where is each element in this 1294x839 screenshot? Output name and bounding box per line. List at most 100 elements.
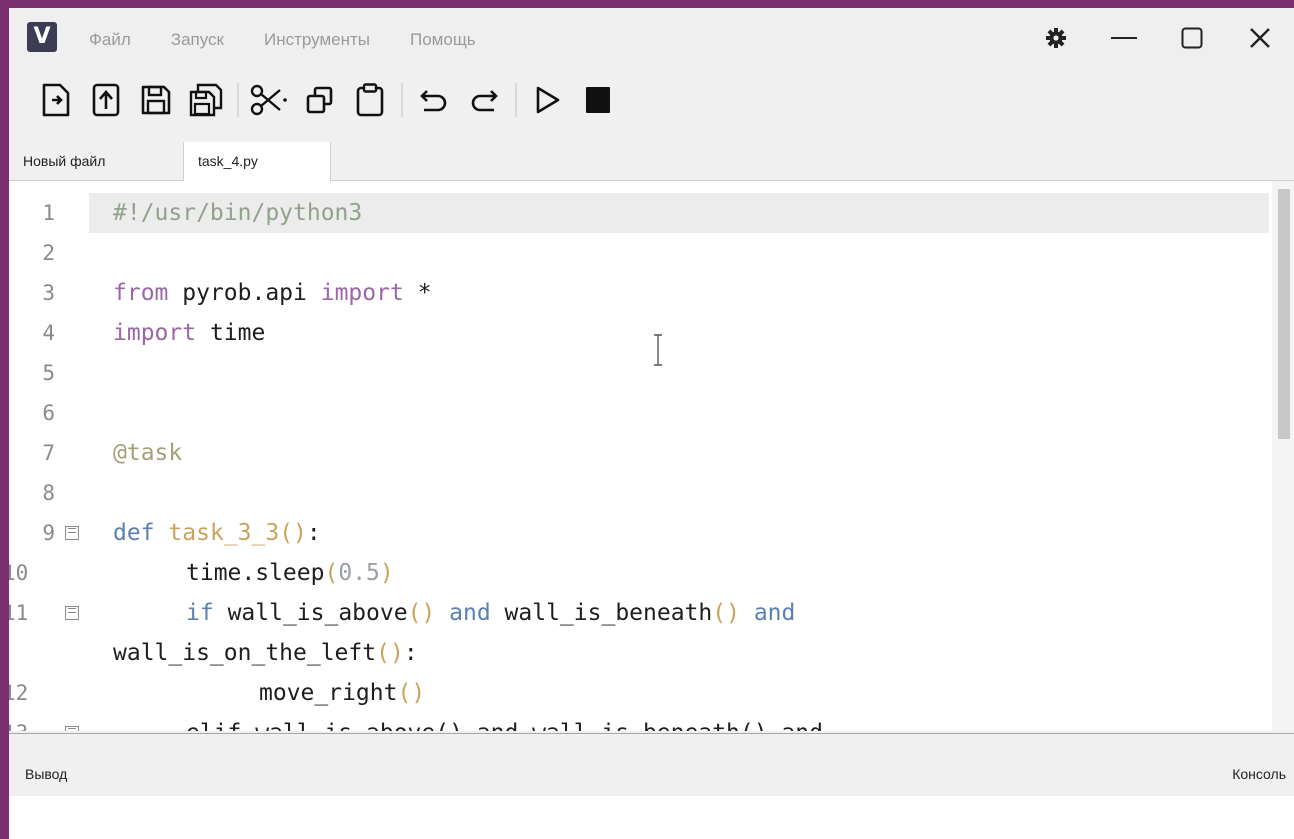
cut-icon <box>250 84 287 116</box>
parens: () <box>712 600 740 626</box>
line-number: 9 <box>42 521 55 545</box>
output-label[interactable]: Вывод <box>25 766 67 782</box>
toolbar-separator <box>401 83 403 117</box>
code-text: #!/usr/bin/python3 from pyrob.api import… <box>89 181 1269 731</box>
parens: () <box>376 640 404 666</box>
new-file-icon <box>42 83 70 117</box>
fold-toggle[interactable] <box>65 726 79 731</box>
app-window: V Файл Запуск Инструменты Помощь Новый ф… <box>9 8 1294 839</box>
line-number-gutter: 1 2 3 4 5 6 7 8 9 10 11 12 13 <box>9 181 89 731</box>
save-button[interactable] <box>131 78 181 122</box>
toolbar-separator <box>515 83 517 117</box>
save-all-button[interactable] <box>181 78 231 122</box>
line-number: 3 <box>42 281 55 305</box>
save-all-icon <box>189 83 223 117</box>
run-button[interactable] <box>523 78 573 122</box>
keyword: import <box>113 320 197 346</box>
minimize-icon <box>1111 37 1137 39</box>
line-number: 13 <box>9 713 49 731</box>
fold-toggle[interactable] <box>65 606 79 620</box>
number: 0.5 <box>338 560 380 586</box>
minimize-button[interactable] <box>1090 20 1158 56</box>
operator: * <box>417 280 432 306</box>
colon: : <box>306 520 321 546</box>
code-line-13: elif wall_is_above() and wall_is_beneath… <box>186 713 823 731</box>
cut-button[interactable] <box>245 78 295 122</box>
line-number: 2 <box>42 241 55 265</box>
shebang: #!/usr/bin/python3 <box>113 200 363 226</box>
module-name: pyrob.api <box>182 280 307 306</box>
console-label[interactable]: Консоль <box>1232 766 1286 782</box>
undo-button[interactable] <box>409 78 459 122</box>
keyword: and <box>449 600 491 626</box>
maximize-button[interactable] <box>1158 20 1226 56</box>
new-file-button[interactable] <box>31 78 81 122</box>
copy-icon <box>306 86 333 114</box>
code-line-3: from pyrob.api import * <box>113 273 432 313</box>
toolbar <box>31 78 623 122</box>
paste-icon <box>356 83 384 117</box>
text-cursor-icon <box>654 334 662 366</box>
title-bar: V Файл Запуск Инструменты Помощь <box>9 8 1294 68</box>
open-file-button[interactable] <box>81 78 131 122</box>
settings-icon <box>1046 28 1066 48</box>
maximize-icon <box>1181 27 1203 49</box>
parens: () <box>407 600 436 626</box>
function-call: move_right <box>259 680 398 706</box>
redo-icon <box>471 90 498 112</box>
stop-button[interactable] <box>573 78 623 122</box>
redo-button[interactable] <box>459 78 509 122</box>
line-number: 5 <box>42 361 55 385</box>
code-line-4: import time <box>113 313 265 353</box>
keyword: if <box>186 600 214 626</box>
run-icon <box>536 86 560 114</box>
function-name: task_3_3 <box>168 520 280 546</box>
window-controls <box>1022 20 1294 56</box>
toolbar-separator <box>237 83 239 117</box>
keyword: and <box>753 600 796 626</box>
function-call: wall_is_above <box>227 600 408 626</box>
module-name: time <box>209 320 266 346</box>
line-number: 12 <box>9 681 29 705</box>
fold-toggle[interactable] <box>65 526 79 540</box>
open-file-icon <box>92 83 120 117</box>
function-call: time.sleep <box>186 560 325 586</box>
line-number: 11 <box>9 601 29 625</box>
paste-button[interactable] <box>345 78 395 122</box>
close-button[interactable] <box>1226 20 1294 56</box>
menu-help[interactable]: Помощь <box>410 30 476 50</box>
close-icon <box>1250 28 1270 48</box>
keyword: def <box>113 520 155 546</box>
decorator: @task <box>113 440 183 466</box>
parens: ) <box>379 560 394 586</box>
code-line-7: @task <box>113 433 182 473</box>
code-editor[interactable]: 1 2 3 4 5 6 7 8 9 10 11 12 13 #!/usr/bin… <box>9 181 1294 731</box>
code-line-10: time.sleep(0.5) <box>186 553 394 593</box>
code-line-9: def task_3_3(): <box>113 513 321 553</box>
code-line-12: move_right() <box>259 673 425 713</box>
stop-icon <box>586 87 610 113</box>
line-number: 7 <box>42 441 55 465</box>
output-panel-header: Вывод Консоль <box>9 733 1294 797</box>
menu-file[interactable]: Файл <box>89 30 131 50</box>
parens: () <box>397 680 426 706</box>
line-number: 8 <box>42 481 55 505</box>
parens: () <box>279 520 307 546</box>
settings-button[interactable] <box>1022 20 1090 56</box>
scrollbar-thumb[interactable] <box>1278 189 1290 439</box>
copy-button[interactable] <box>295 78 345 122</box>
tab-task-4[interactable]: task_4.py <box>183 142 331 181</box>
menu-tools[interactable]: Инструменты <box>264 30 370 50</box>
code-line-11-wrap: wall_is_on_the_left(): <box>113 633 418 673</box>
parens: ( <box>324 560 339 586</box>
function-call: wall_is_beneath <box>504 600 713 626</box>
line-number: 6 <box>42 401 55 425</box>
tab-new-file[interactable]: Новый файл <box>9 142 183 180</box>
code-line-11: if wall_is_above() and wall_is_beneath()… <box>186 593 795 633</box>
editor-scrollbar[interactable] <box>1272 181 1294 731</box>
save-icon <box>141 85 171 115</box>
code-text-partial: elif wall_is_above() and wall_is_beneath… <box>186 720 823 731</box>
menu-run[interactable]: Запуск <box>171 30 224 50</box>
menu-bar: Файл Запуск Инструменты Помощь <box>89 30 516 50</box>
output-area[interactable] <box>9 796 1294 839</box>
